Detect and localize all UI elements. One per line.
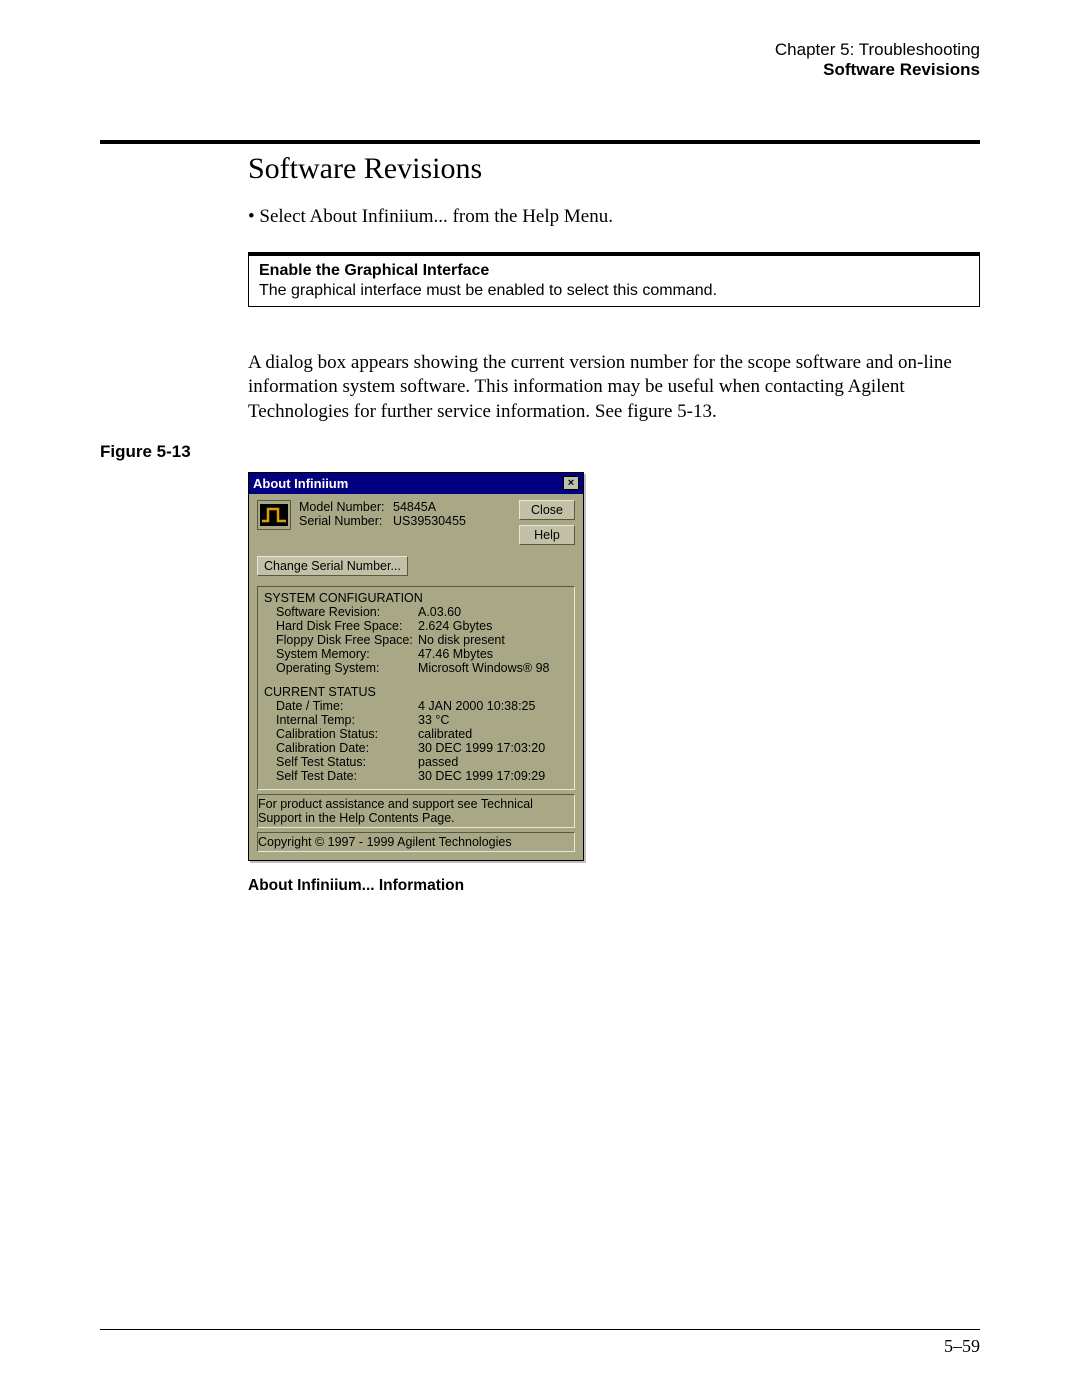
sys-config-row: Floppy Disk Free Space:No disk present (264, 633, 568, 647)
close-button[interactable]: Close (519, 500, 575, 520)
serial-number-value: US39530455 (393, 514, 466, 528)
note-body: The graphical interface must be enabled … (259, 282, 969, 300)
page-number: 5–59 (944, 1336, 980, 1356)
about-dialog: About Infiniium × Model Number:54845A (248, 472, 584, 861)
note-box: Enable the Graphical Interface The graph… (248, 252, 980, 307)
page-header: Chapter 5: Troubleshooting Software Revi… (100, 40, 980, 80)
sys-config-row: Hard Disk Free Space:2.624 Gbytes (264, 619, 568, 633)
model-number-label: Model Number: (299, 500, 393, 514)
header-chapter: Chapter 5: Troubleshooting (100, 40, 980, 60)
header-section: Software Revisions (100, 60, 980, 80)
pulse-icon (257, 500, 291, 530)
note-title: Enable the Graphical Interface (259, 262, 969, 280)
page-title: Software Revisions (248, 152, 980, 186)
copyright-text: Copyright © 1997 - 1999 Agilent Technolo… (257, 832, 575, 852)
system-config-panel: SYSTEM CONFIGURATION Software Revision:A… (257, 586, 575, 790)
sys-config-row: System Memory:47.46 Mbytes (264, 647, 568, 661)
change-serial-button[interactable]: Change Serial Number... (257, 556, 408, 576)
current-status-heading: CURRENT STATUS (264, 685, 568, 699)
status-row: Self Test Status:passed (264, 755, 568, 769)
page-footer: 5–59 (100, 1329, 980, 1357)
sys-config-row: Software Revision:A.03.60 (264, 605, 568, 619)
help-button[interactable]: Help (519, 525, 575, 545)
status-row: Self Test Date:30 DEC 1999 17:09:29 (264, 769, 568, 783)
status-row: Calibration Status:calibrated (264, 727, 568, 741)
status-row: Calibration Date:30 DEC 1999 17:03:20 (264, 741, 568, 755)
figure-caption: About Infiniium... Information (248, 877, 980, 895)
dialog-titlebar: About Infiniium × (249, 473, 583, 494)
close-icon[interactable]: × (563, 476, 579, 490)
figure-label: Figure 5-13 (100, 442, 980, 462)
body-paragraph: A dialog box appears showing the current… (248, 351, 980, 424)
horizontal-rule (100, 140, 980, 144)
status-row: Internal Temp:33 °C (264, 713, 568, 727)
sys-config-row: Operating System:Microsoft Windows® 98 (264, 661, 568, 675)
status-row: Date / Time:4 JAN 2000 10:38:25 (264, 699, 568, 713)
dialog-title: About Infiniium (253, 476, 348, 491)
system-config-heading: SYSTEM CONFIGURATION (264, 591, 568, 605)
model-number-value: 54845A (393, 500, 436, 514)
support-text: For product assistance and support see T… (257, 794, 575, 828)
serial-number-label: Serial Number: (299, 514, 393, 528)
instruction-bullet: • Select About Infiniium... from the Hel… (248, 206, 980, 228)
